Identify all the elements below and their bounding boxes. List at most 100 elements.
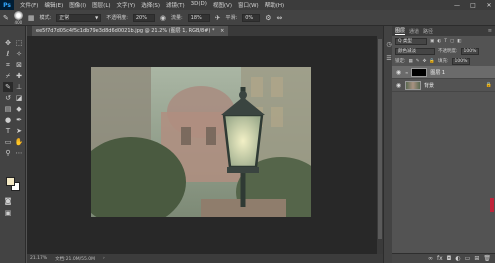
crop-tool-icon[interactable]: ⌗ — [3, 60, 13, 70]
layers-panel-footer: ∞ fx ◘ ◐ ▭ ⊞ 🗑 — [392, 253, 495, 263]
filter-pixel-icon[interactable]: ▣ — [430, 39, 434, 44]
type-tool-icon[interactable]: T — [3, 126, 13, 136]
filter-type-icon[interactable]: T — [444, 39, 447, 44]
menu-image[interactable]: 图像(I) — [69, 1, 86, 9]
foreground-color-swatch[interactable] — [6, 177, 15, 186]
fx-icon[interactable]: fx — [437, 255, 443, 262]
lock-paint-icon[interactable]: ✎ — [416, 59, 420, 64]
minimize-button[interactable]: — — [453, 2, 461, 9]
menu-window[interactable]: 窗口(W) — [238, 1, 259, 9]
layers-panel: 图层 通道 路径 ≡ Q 类型 ▣ ◐ T ▢ ◧ 颜色减淡 不透明度: 100… — [392, 26, 495, 263]
eye-icon[interactable]: ◉ — [395, 69, 402, 76]
blend-row: 颜色减淡 不透明度: 100% — [392, 46, 495, 56]
filter-adjust-icon[interactable]: ◐ — [437, 39, 441, 44]
pen-tool-icon[interactable]: ✒ — [14, 115, 24, 125]
menu-type[interactable]: 文字(Y) — [117, 1, 136, 9]
hand-tool-icon[interactable]: ✋ — [14, 137, 24, 147]
layer-row[interactable]: ◉ 背景 🔒 — [392, 79, 495, 92]
menu-select[interactable]: 选择(S) — [141, 1, 160, 9]
flow-field[interactable]: 18% — [187, 13, 210, 22]
menu-filter[interactable]: 滤镜(T) — [166, 1, 185, 9]
quick-mask-icon[interactable]: ◙ — [3, 196, 13, 206]
more-tools-icon[interactable]: ⋯ — [14, 148, 24, 158]
blend-mode-select[interactable]: 颜色减淡 — [395, 47, 435, 55]
fill-field[interactable]: 100% — [451, 57, 470, 65]
gear-icon[interactable]: ⚙ — [265, 14, 271, 22]
document-title: ee5f7d7d05c4f5c1db79e3d8d6d0021b.jpg @ 2… — [36, 28, 215, 34]
new-group-icon[interactable]: ▭ — [465, 255, 471, 262]
brush-preset-picker[interactable]: 400 — [13, 10, 23, 25]
filter-smart-icon[interactable]: ◧ — [457, 39, 461, 44]
tools-panel: ✥ ⬚ ℓ ✧ ⌗ ⊠ ⌿ ✚ ✎ ⊥ ↺ ◪ ▤ ◆ ● ✒ T ➤ ▭ ✋ … — [0, 26, 26, 263]
ps-logo: Ps — [0, 0, 14, 10]
mode-value: 正常 — [59, 15, 70, 21]
zoom-level[interactable]: 21.17% — [30, 256, 47, 261]
tab-layers[interactable]: 图层 — [395, 27, 406, 35]
layer-row[interactable]: ◉ ∞ 图层 1 — [392, 66, 495, 79]
layer-name[interactable]: 背景 — [424, 82, 434, 89]
layer-thumbnail — [411, 67, 428, 77]
trash-icon[interactable]: 🗑 — [483, 255, 491, 262]
adjustment-layer-icon[interactable]: ◐ — [455, 255, 460, 262]
chevron-right-icon[interactable]: › — [103, 256, 105, 261]
dodge-tool-icon[interactable]: ● — [3, 115, 13, 125]
tab-channels[interactable]: 通道 — [409, 28, 419, 35]
brush-settings-icon[interactable]: ▦ — [28, 14, 35, 22]
opacity-field[interactable]: 20% — [132, 13, 155, 22]
zoom-tool-icon[interactable]: ⚲ — [3, 148, 13, 158]
pressure-opacity-icon[interactable]: ◉ — [160, 14, 166, 22]
layer-opacity-field[interactable]: 100% — [460, 47, 479, 55]
healing-brush-tool-icon[interactable]: ✚ — [14, 71, 24, 81]
menu-layer[interactable]: 图层(L) — [92, 1, 110, 9]
eyedropper-tool-icon[interactable]: ⌿ — [3, 71, 13, 81]
lock-pixels-icon[interactable]: ▦ — [409, 59, 413, 64]
mode-select[interactable]: 正常 ▼ — [56, 13, 102, 22]
mode-label: 模式: — [39, 15, 52, 21]
gradient-tool-icon[interactable]: ▤ — [3, 104, 13, 114]
marquee-tool-icon[interactable]: ⬚ — [14, 38, 24, 48]
menu-edit[interactable]: 编辑(E) — [44, 1, 63, 9]
chevron-down-icon: ▼ — [95, 15, 99, 20]
layer-name[interactable]: 图层 1 — [430, 69, 445, 76]
brush-size: 400 — [14, 19, 23, 25]
quick-select-tool-icon[interactable]: ✧ — [14, 49, 24, 59]
blur-tool-icon[interactable]: ◆ — [14, 104, 24, 114]
tab-paths[interactable]: 路径 — [423, 28, 433, 35]
scrollbar-thumb[interactable] — [378, 39, 382, 239]
menu-help[interactable]: 帮助(H) — [265, 1, 284, 9]
shape-tool-icon[interactable]: ▭ — [3, 137, 13, 147]
clone-stamp-tool-icon[interactable]: ⊥ — [14, 82, 24, 92]
lock-all-icon[interactable]: 🔒 — [429, 59, 435, 64]
document-image — [91, 67, 311, 217]
close-button[interactable]: ✕ — [485, 2, 493, 9]
airbrush-icon[interactable]: ✈ — [215, 14, 221, 22]
panel-menu-icon[interactable]: ≡ — [488, 28, 495, 34]
brush-tool-icon[interactable]: ✎ — [3, 14, 9, 22]
lasso-tool-icon[interactable]: ℓ — [3, 49, 13, 59]
add-mask-icon[interactable]: ◘ — [447, 255, 452, 262]
eye-icon[interactable]: ◉ — [395, 82, 402, 89]
move-tool-icon[interactable]: ✥ — [3, 38, 13, 48]
symmetry-icon[interactable]: ⇔ — [277, 14, 283, 22]
history-brush-tool-icon[interactable]: ↺ — [3, 93, 13, 103]
maximize-button[interactable]: □ — [469, 2, 477, 9]
menu-3d[interactable]: 3D(D) — [191, 1, 207, 9]
brush-tool-icon[interactable]: ✎ — [3, 82, 13, 92]
path-select-tool-icon[interactable]: ➤ — [14, 126, 24, 136]
filter-shape-icon[interactable]: ▢ — [450, 39, 454, 44]
canvas-area[interactable] — [27, 36, 377, 254]
menu-file[interactable]: 文件(F) — [20, 1, 38, 9]
close-tab-icon[interactable]: × — [220, 28, 224, 34]
screen-mode-icon[interactable]: ▣ — [3, 208, 13, 218]
lock-move-icon[interactable]: ✥ — [423, 59, 427, 64]
new-layer-icon[interactable]: ⊞ — [474, 255, 479, 262]
link-layers-icon[interactable]: ∞ — [428, 255, 433, 262]
menu-view[interactable]: 视图(V) — [213, 1, 232, 9]
options-bar: ✎ 400 ▦ 模式: 正常 ▼ 不透明度: 20% ◉ 流量: 18% ✈ 平滑… — [0, 10, 495, 26]
eraser-tool-icon[interactable]: ◪ — [14, 93, 24, 103]
frame-tool-icon[interactable]: ⊠ — [14, 60, 24, 70]
blend-mode-value: 颜色减淡 — [398, 49, 416, 54]
document-tab[interactable]: ee5f7d7d05c4f5c1db79e3d8d6d0021b.jpg @ 2… — [32, 26, 229, 36]
smoothing-field[interactable]: 0% — [242, 13, 261, 22]
layer-kind-filter[interactable]: Q 类型 — [395, 37, 427, 45]
